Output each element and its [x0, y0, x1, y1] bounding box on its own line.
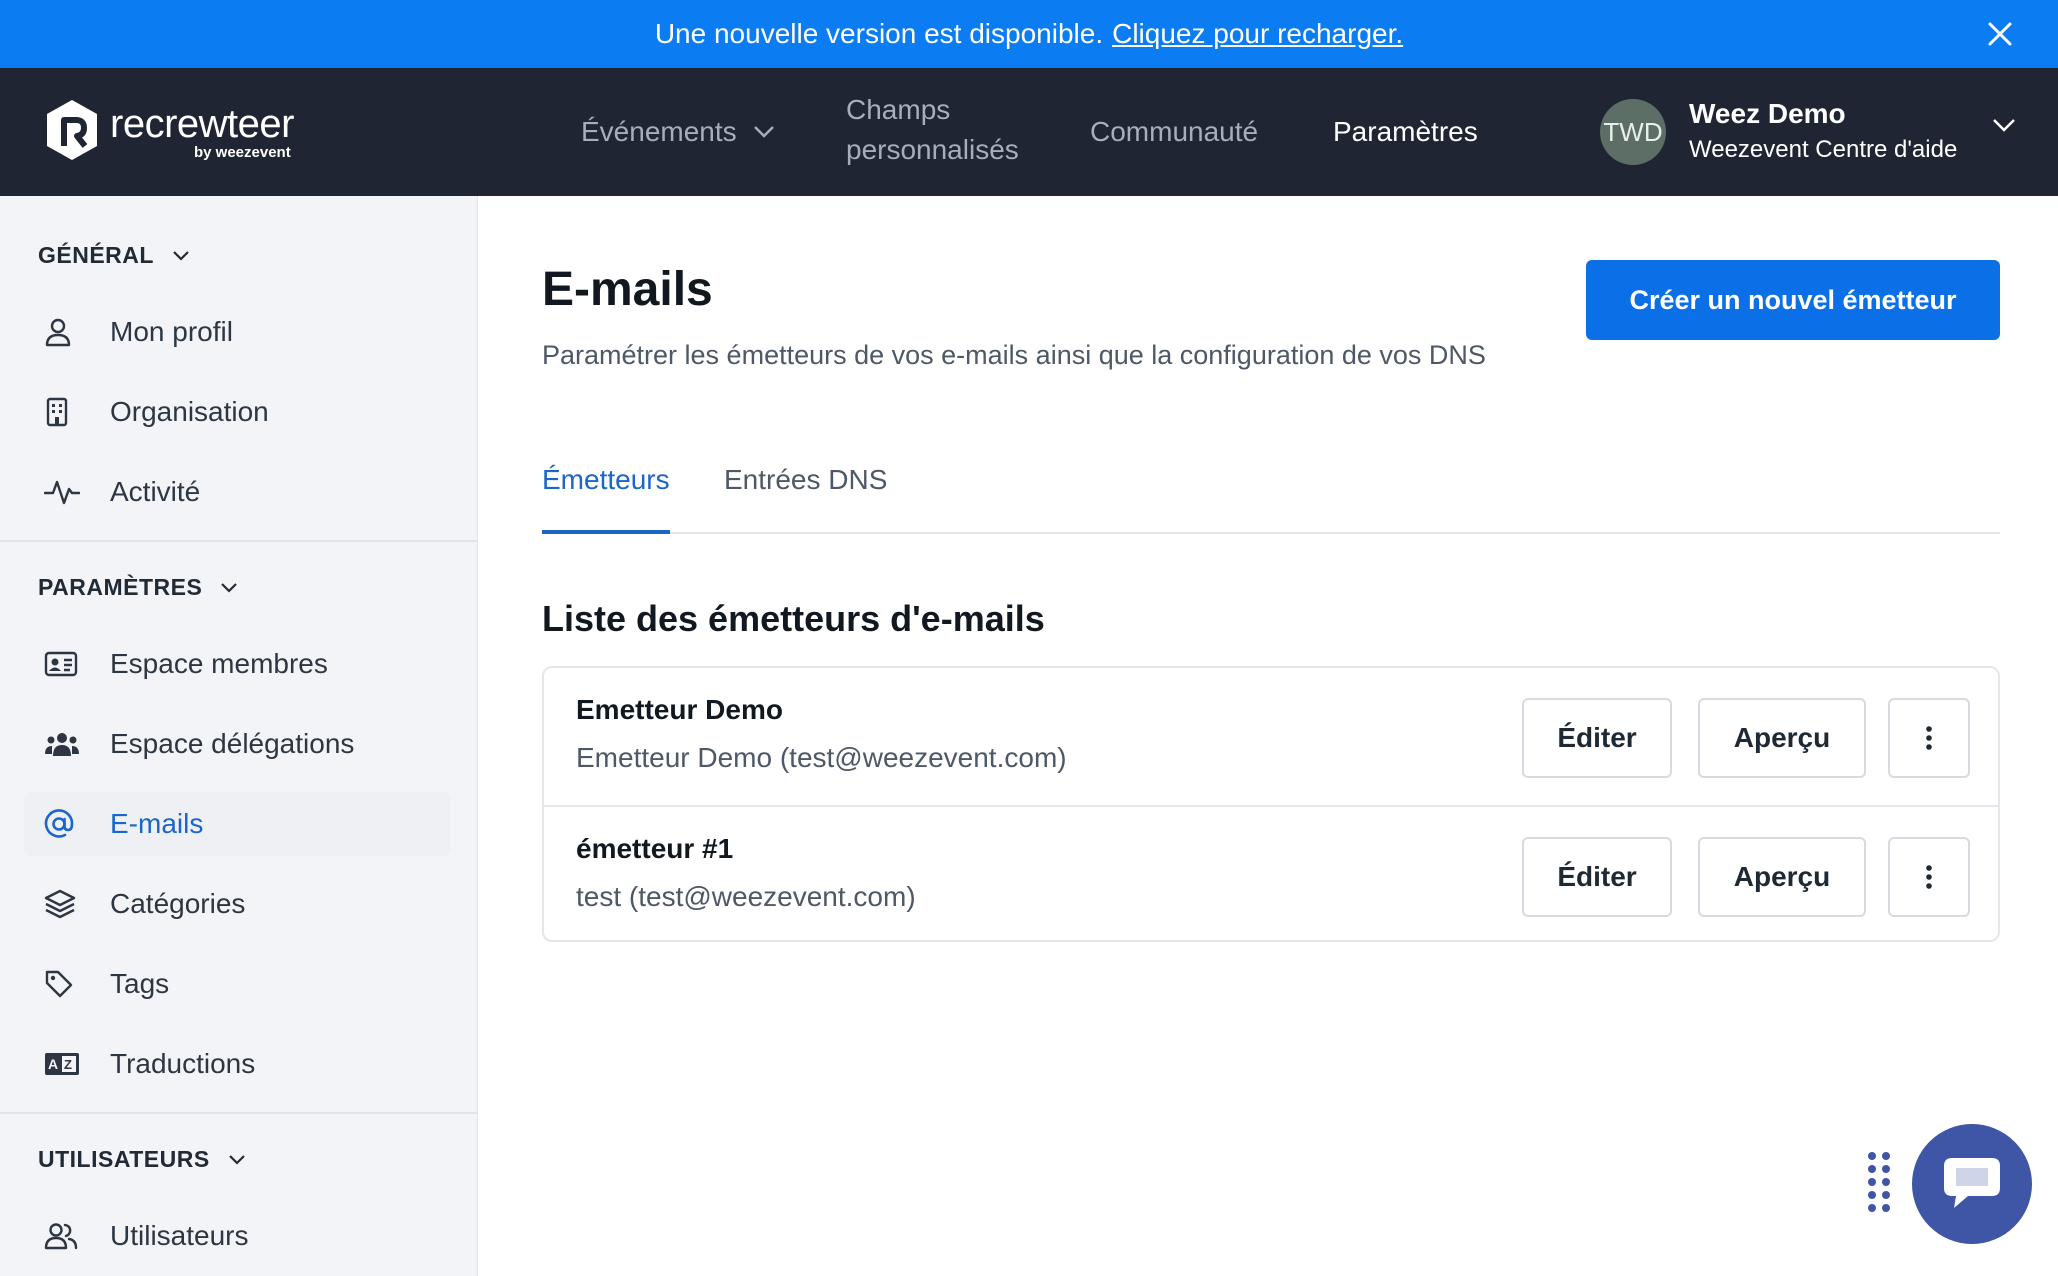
nav-events[interactable]: Événements — [581, 112, 775, 152]
more-options-button[interactable] — [1888, 837, 1970, 917]
nav-community[interactable]: Communauté — [1090, 112, 1258, 152]
sidebar-item-member-space[interactable]: Espace membres — [24, 632, 450, 696]
sidebar-item-activity[interactable]: Activité — [24, 460, 450, 524]
sidebar-item-profile[interactable]: Mon profil — [24, 300, 450, 364]
more-vertical-icon — [1926, 865, 1932, 889]
tab-dns-entries[interactable]: Entrées DNS — [724, 464, 887, 534]
section-users-title: UTILISATEURS — [38, 1146, 210, 1172]
chevron-down-icon — [221, 583, 238, 593]
create-sender-button[interactable]: Créer un nouvel émetteur — [1586, 260, 2000, 340]
sidebar-item-label: Organisation — [110, 396, 269, 427]
id-card-icon — [24, 651, 94, 677]
brand-sub: by weezevent — [194, 144, 291, 161]
banner-message: Une nouvelle version est disponible. — [654, 18, 1104, 49]
sidebar-divider — [0, 1112, 478, 1114]
users-icon — [24, 1222, 94, 1250]
tag-icon — [24, 969, 94, 999]
nav-fields-line1: Champs — [846, 94, 951, 125]
sidebar-divider — [0, 540, 478, 542]
brand-name: recrewteer — [110, 102, 294, 146]
sidebar-item-delegation-space[interactable]: Espace délégations — [24, 712, 450, 776]
chat-widget-button[interactable] — [1912, 1124, 2032, 1244]
drag-handle-icon[interactable] — [1866, 1150, 1892, 1216]
edit-button[interactable]: Éditer — [1522, 837, 1672, 917]
section-general-title: GÉNÉRAL — [38, 242, 154, 268]
sidebar-item-label: Espace membres — [110, 648, 328, 679]
more-options-button[interactable] — [1888, 698, 1970, 778]
edit-button[interactable]: Éditer — [1522, 698, 1672, 778]
nav-fields-line2: personnalisés — [846, 134, 1019, 165]
nav-custom-fields[interactable]: Champs personnalisés — [846, 90, 1019, 170]
chevron-down-icon — [1993, 119, 2015, 132]
sidebar-item-label: E-mails — [110, 808, 204, 839]
chat-bubble-icon — [1944, 1158, 2000, 1208]
building-icon — [24, 397, 94, 427]
sidebar-item-label: Catégories — [110, 888, 246, 919]
tab-emitters[interactable]: Émetteurs — [542, 464, 670, 534]
top-navigation: recrewteer by weezevent Événements Champ… — [0, 68, 2058, 196]
sender-email: test (test@weezevent.com) — [576, 881, 916, 912]
sidebar-item-label: Utilisateurs — [110, 1220, 249, 1251]
sidebar-item-label: Espace délégations — [110, 728, 355, 759]
at-icon — [24, 809, 94, 839]
list-item: émetteur #1 test (test@weezevent.com) Éd… — [544, 805, 1998, 942]
section-users-toggle[interactable]: UTILISATEURS — [38, 1146, 246, 1173]
sidebar: GÉNÉRAL Mon profil Organisation Activité… — [0, 196, 478, 1276]
svg-text:A: A — [48, 1056, 58, 1072]
svg-text:Z: Z — [64, 1057, 72, 1072]
sidebar-item-emails[interactable]: E-mails — [24, 792, 450, 856]
list-item: Emetteur Demo Emetteur Demo (test@weezev… — [544, 668, 1998, 805]
translate-icon: AZ — [24, 1052, 94, 1076]
logo-mark-icon — [47, 100, 97, 160]
preview-button[interactable]: Aperçu — [1698, 837, 1866, 917]
section-settings-title: PARAMÈTRES — [38, 574, 203, 600]
activity-icon — [24, 478, 94, 506]
close-icon[interactable] — [1980, 14, 2020, 54]
sidebar-item-users[interactable]: Utilisateurs — [24, 1204, 450, 1268]
more-vertical-icon — [1926, 726, 1932, 750]
list-title: Liste des émetteurs d'e-mails — [542, 598, 1045, 639]
user-organization: Weezevent Centre d'aide — [1689, 136, 1958, 163]
nav-settings[interactable]: Paramètres — [1333, 112, 1478, 152]
page-title: E-mails — [542, 263, 713, 316]
sidebar-item-categories[interactable]: Catégories — [24, 872, 450, 936]
update-banner: Une nouvelle version est disponible. Cli… — [0, 0, 2058, 68]
brand-logo[interactable]: recrewteer by weezevent — [44, 98, 314, 168]
chevron-down-icon — [173, 251, 189, 261]
sidebar-item-label: Mon profil — [110, 316, 233, 347]
sidebar-item-translations[interactable]: AZ Traductions — [24, 1032, 450, 1096]
senders-list: Emetteur Demo Emetteur Demo (test@weezev… — [542, 666, 2000, 942]
nav-events-label: Événements — [581, 116, 737, 147]
section-settings-toggle[interactable]: PARAMÈTRES — [38, 574, 238, 601]
tabs: Émetteurs Entrées DNS — [542, 460, 2000, 534]
sidebar-item-organisation[interactable]: Organisation — [24, 380, 450, 444]
user-name: Weez Demo — [1689, 98, 1846, 129]
sender-name: Emetteur Demo — [576, 694, 783, 725]
sidebar-item-tags[interactable]: Tags — [24, 952, 450, 1016]
preview-button[interactable]: Aperçu — [1698, 698, 1866, 778]
chevron-down-icon — [753, 126, 774, 138]
sender-name: émetteur #1 — [576, 833, 734, 864]
avatar: TWD — [1600, 99, 1666, 165]
user-menu[interactable]: TWD Weez Demo Weezevent Centre d'aide — [1600, 92, 2020, 172]
layers-icon — [24, 889, 94, 919]
section-general-toggle[interactable]: GÉNÉRAL — [38, 242, 190, 269]
sidebar-item-label: Activité — [110, 476, 201, 507]
reload-link[interactable]: Cliquez pour recharger. — [1112, 18, 1403, 50]
sender-email: Emetteur Demo (test@weezevent.com) — [576, 742, 1067, 773]
chevron-down-icon — [228, 1155, 245, 1165]
user-icon — [24, 317, 94, 347]
page-subtitle: Paramétrer les émetteurs de vos e-mails … — [542, 340, 1486, 370]
sidebar-item-label: Tags — [110, 968, 170, 999]
sidebar-item-label: Traductions — [110, 1048, 256, 1079]
users-group-icon — [24, 730, 94, 758]
